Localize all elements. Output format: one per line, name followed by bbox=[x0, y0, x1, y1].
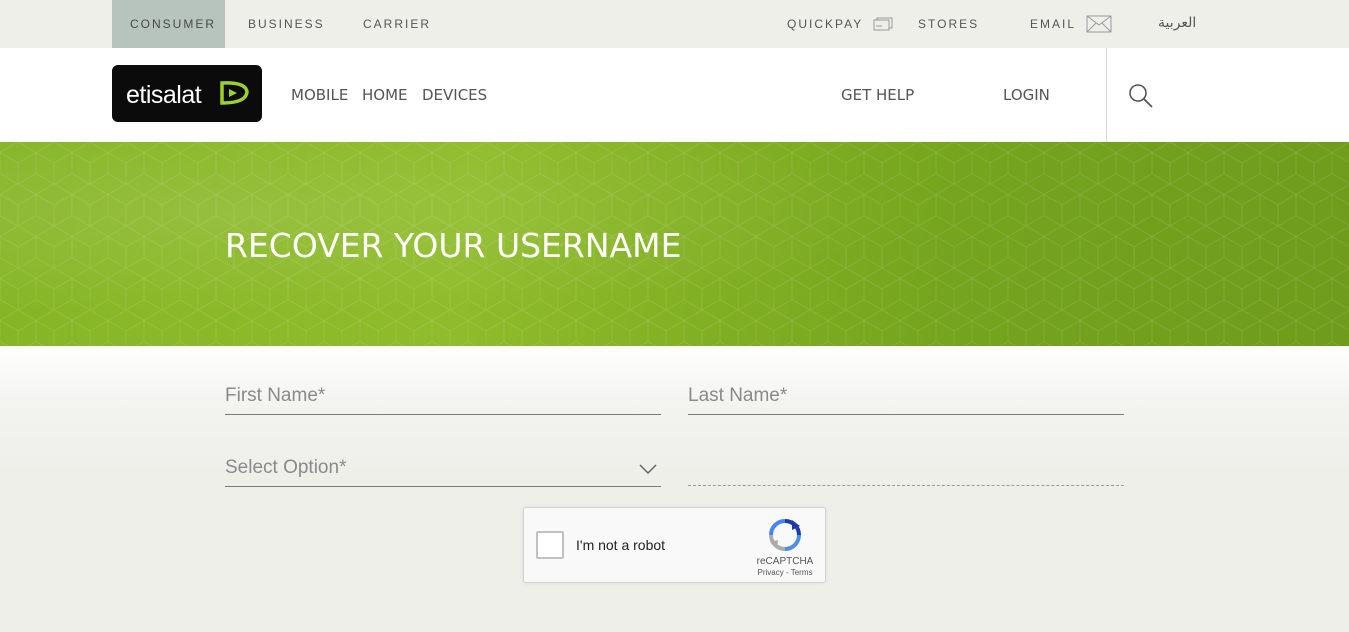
recaptcha-links[interactable]: Privacy - Terms bbox=[752, 568, 818, 577]
last-name-placeholder: Last Name* bbox=[688, 385, 788, 406]
header-divider bbox=[1106, 48, 1107, 142]
recaptcha-logo-icon bbox=[769, 519, 801, 551]
segment-business[interactable]: BUSINESS bbox=[248, 0, 325, 48]
logo-mark-icon bbox=[220, 81, 249, 105]
login-link[interactable]: LOGIN bbox=[1003, 48, 1050, 142]
quickpay-link[interactable]: QUICKPAY bbox=[787, 0, 893, 48]
nav-mobile[interactable]: MOBILE bbox=[291, 48, 348, 142]
recaptcha-label: I'm not a robot bbox=[576, 537, 666, 553]
select-placeholder: Select Option* bbox=[225, 457, 347, 478]
envelope-icon bbox=[1086, 15, 1112, 33]
search-icon[interactable] bbox=[1127, 82, 1155, 110]
form-area bbox=[0, 346, 1349, 632]
etisalat-logo[interactable]: etisalat bbox=[112, 65, 262, 122]
nav-devices[interactable]: DEVICES bbox=[422, 48, 487, 142]
stores-link[interactable]: STORES bbox=[918, 0, 979, 48]
first-name-field[interactable]: First Name* bbox=[225, 371, 661, 415]
last-name-field[interactable]: Last Name* bbox=[688, 371, 1124, 415]
email-link[interactable]: EMAIL bbox=[1030, 0, 1112, 48]
chevron-down-icon bbox=[639, 464, 657, 474]
nav-home[interactable]: HOME bbox=[362, 48, 408, 142]
logo-text: etisalat bbox=[126, 81, 202, 109]
stores-label: STORES bbox=[918, 17, 980, 31]
page-title: RECOVER YOUR USERNAME bbox=[225, 226, 682, 265]
option-select[interactable]: Select Option* bbox=[225, 443, 661, 487]
language-switch[interactable]: العربية bbox=[1158, 0, 1196, 46]
segment-carrier[interactable]: CARRIER bbox=[363, 0, 431, 48]
top-utility-bar: CONSUMER BUSINESS CARRIER QUICKPAY STORE… bbox=[0, 0, 1349, 48]
recaptcha-checkbox[interactable] bbox=[536, 531, 564, 559]
get-help-link[interactable]: GET HELP bbox=[841, 48, 914, 142]
email-label: EMAIL bbox=[1030, 17, 1077, 31]
first-name-placeholder: First Name* bbox=[225, 385, 326, 406]
disabled-field bbox=[688, 442, 1124, 486]
card-icon bbox=[873, 17, 893, 31]
recaptcha-widget: I'm not a robot reCAPTCHA Privacy - Term… bbox=[523, 507, 826, 583]
quickpay-label: QUICKPAY bbox=[787, 17, 864, 31]
recaptcha-brand: reCAPTCHA bbox=[756, 556, 814, 567]
main-header: etisalat MOBILE HOME DEVICES GET HELP LO… bbox=[0, 48, 1349, 142]
hero-banner: RECOVER YOUR USERNAME bbox=[0, 142, 1349, 346]
segment-consumer[interactable]: CONSUMER bbox=[112, 0, 225, 48]
